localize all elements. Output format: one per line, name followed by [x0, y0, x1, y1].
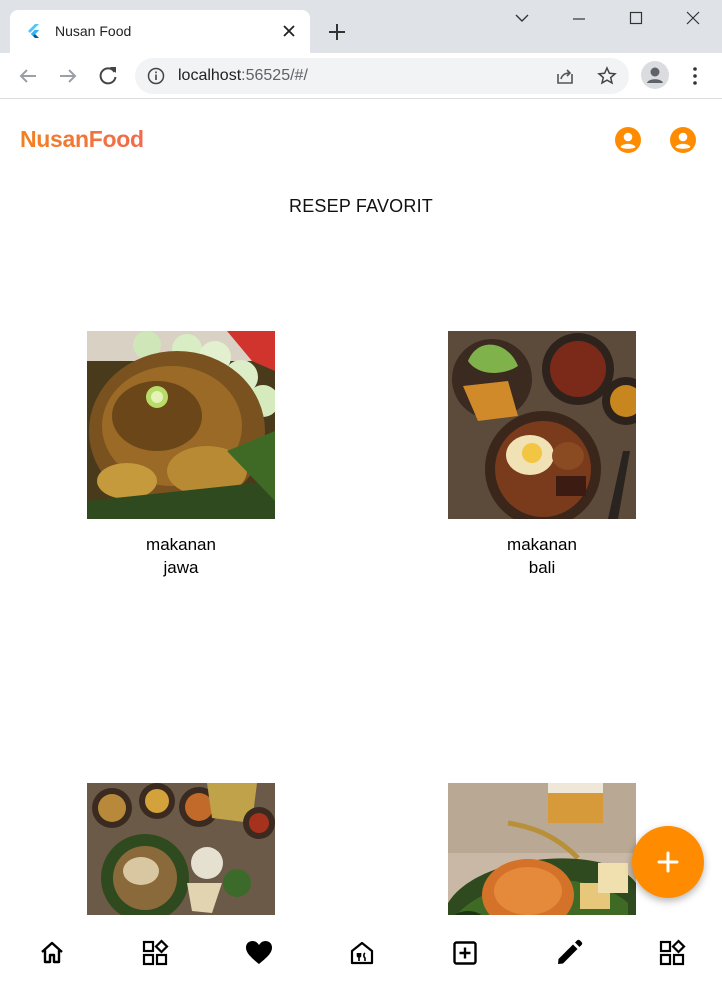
- tab-title: Nusan Food: [55, 23, 132, 39]
- person-icon: [647, 67, 663, 83]
- recipe-card-label: makanan bali: [507, 535, 577, 577]
- category-icon[interactable]: [658, 939, 686, 967]
- close-window-icon[interactable]: [680, 9, 706, 29]
- reload-icon[interactable]: [96, 64, 120, 88]
- browser-toolbar: localhost:56525/#/: [0, 53, 722, 99]
- more-menu-icon[interactable]: [686, 65, 704, 87]
- browser-tabstrip: Nusan Food: [0, 0, 722, 53]
- add-box-icon[interactable]: [451, 939, 479, 967]
- forward-icon[interactable]: [56, 64, 80, 88]
- share-icon[interactable]: [555, 66, 575, 86]
- url-text: localhost:56525/#/: [178, 67, 308, 84]
- flutter-icon: [28, 24, 39, 38]
- recipe-card-label: makanan jawa: [146, 535, 216, 577]
- new-tab-icon[interactable]: [326, 21, 348, 43]
- heart-icon[interactable]: [245, 939, 273, 967]
- page-title: RESEP FAVORIT: [289, 196, 433, 216]
- brand-logo: NusanFood: [20, 126, 144, 152]
- pencil-icon[interactable]: [555, 939, 583, 967]
- back-icon[interactable]: [16, 64, 40, 88]
- add-recipe-fab[interactable]: [632, 826, 704, 898]
- tab-search-chevron-icon[interactable]: [509, 9, 535, 29]
- maximize-icon[interactable]: [623, 9, 649, 29]
- house-dining-icon[interactable]: [348, 939, 376, 967]
- recipe-card-bali[interactable]: makanan bali: [448, 331, 636, 579]
- bottom-navigation: [0, 915, 722, 985]
- browser-tab[interactable]: Nusan Food: [10, 10, 310, 53]
- profile-avatar[interactable]: [641, 61, 669, 89]
- recipe-card-jawa[interactable]: makanan jawa: [87, 331, 275, 579]
- site-info-icon[interactable]: [147, 67, 165, 85]
- app-page: NusanFood RESEP FAVORIT makanan jawa mak…: [0, 100, 722, 985]
- account-circle-icon[interactable]: [614, 126, 642, 154]
- bookmark-star-icon[interactable]: [597, 66, 617, 86]
- plus-icon: [657, 851, 679, 873]
- close-tab-icon[interactable]: [280, 22, 298, 40]
- egg-curry-bowl-photo: [448, 331, 636, 519]
- minimize-icon[interactable]: [566, 9, 592, 29]
- account-circle-icon[interactable]: [669, 126, 697, 154]
- roasted-chicken-photo: [87, 331, 275, 519]
- home-icon[interactable]: [38, 939, 66, 967]
- address-bar[interactable]: localhost:56525/#/: [135, 58, 629, 94]
- category-icon[interactable]: [141, 939, 169, 967]
